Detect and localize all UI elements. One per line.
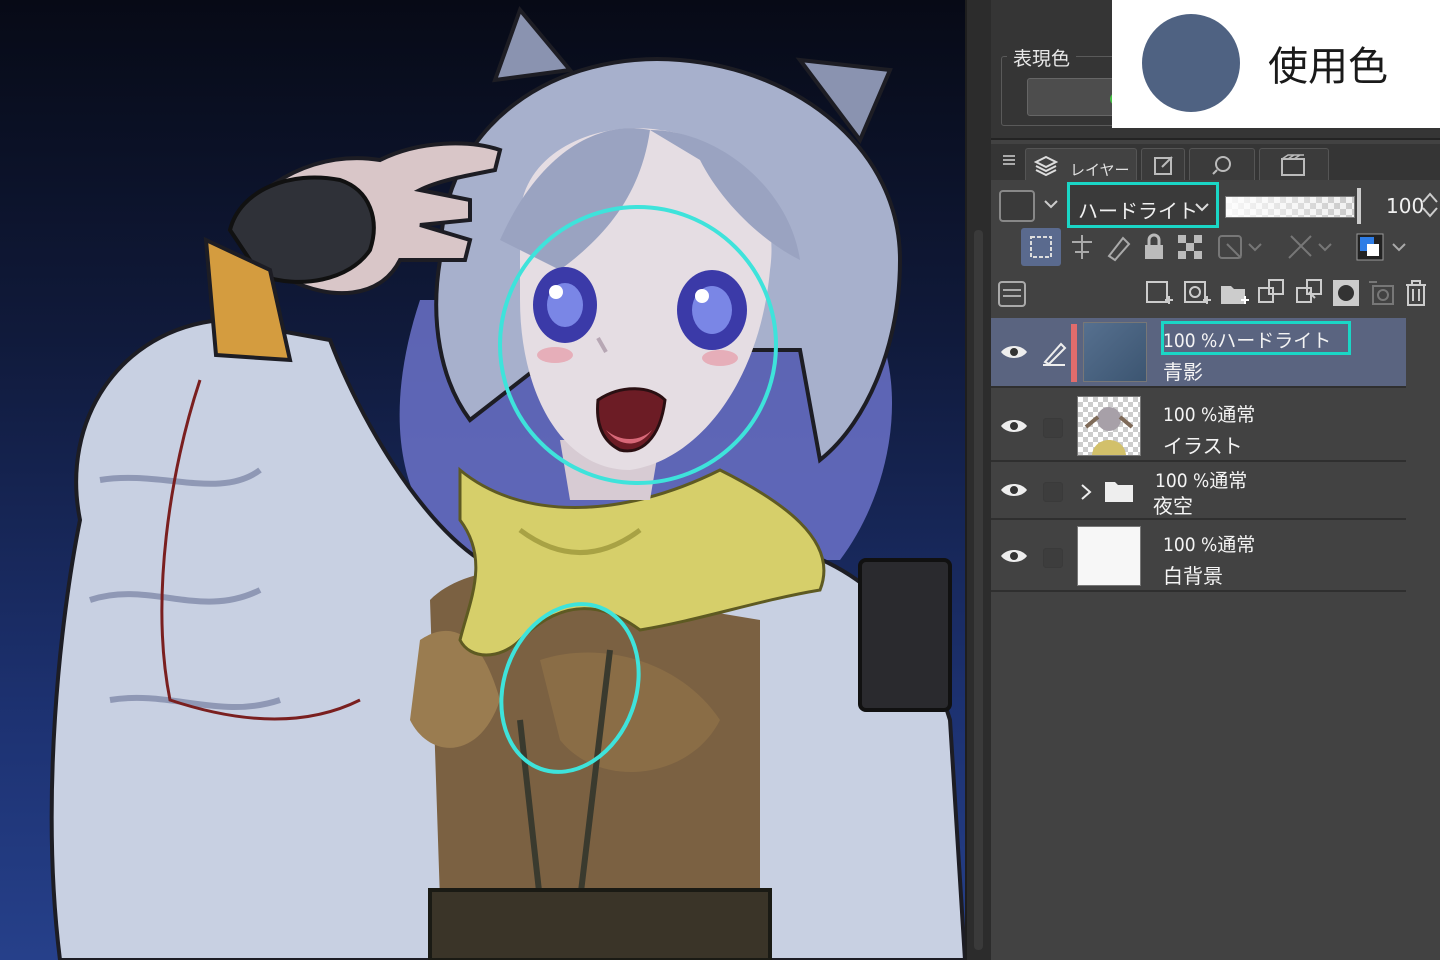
layer-thumbnail bbox=[1083, 322, 1147, 382]
lock-transparency-icon[interactable] bbox=[1175, 232, 1205, 262]
combine-layer-icon[interactable] bbox=[1295, 278, 1325, 308]
panel-tabbar: レイヤー bbox=[991, 144, 1440, 180]
layer-row-night-sky-folder[interactable]: 100 %通常 夜空 bbox=[991, 464, 1406, 520]
menu-icon[interactable] bbox=[1001, 152, 1017, 168]
layer-name[interactable]: 夜空 bbox=[1153, 490, 1193, 519]
chevron-down-icon[interactable] bbox=[1043, 198, 1059, 210]
draft-layer-icon[interactable] bbox=[1103, 232, 1133, 262]
layer-name[interactable]: 白背景 bbox=[1163, 560, 1223, 589]
opacity-value[interactable]: 100 bbox=[1386, 194, 1424, 218]
layer-color-box[interactable] bbox=[999, 190, 1035, 222]
character-illustration bbox=[49, 6, 965, 960]
edit-slot[interactable] bbox=[1043, 548, 1063, 568]
illustration-canvas[interactable] bbox=[0, 0, 965, 960]
layer-row-blue-shadow[interactable]: 100 %ハードライト 青影 bbox=[991, 318, 1406, 388]
layers-icon bbox=[1034, 155, 1058, 177]
stepper-icon[interactable] bbox=[1421, 190, 1439, 220]
reference-layer-icon[interactable] bbox=[1067, 232, 1097, 262]
panel-scrollbar[interactable] bbox=[967, 0, 991, 960]
tab-layer-label: レイヤー bbox=[1070, 161, 1130, 179]
tab-layer[interactable]: レイヤー bbox=[1025, 148, 1137, 180]
search-icon bbox=[1212, 156, 1231, 175]
layer-thumbnail bbox=[1077, 396, 1141, 456]
layer-color-icon[interactable] bbox=[1355, 232, 1413, 264]
apply-mask-icon[interactable] bbox=[1367, 278, 1397, 308]
transfer-layer-icon[interactable] bbox=[1257, 278, 1287, 308]
opacity-slider[interactable] bbox=[1225, 196, 1355, 218]
layer-mode: 100 %通常 bbox=[1163, 534, 1256, 556]
tab-layer-property[interactable] bbox=[1141, 148, 1185, 180]
layer-actions-toolbar bbox=[991, 272, 1440, 316]
slider-handle[interactable] bbox=[1355, 188, 1363, 224]
color-expression-label: 表現色 bbox=[1007, 44, 1077, 71]
blend-mode-dropdown[interactable]: ハードライト bbox=[1067, 182, 1219, 228]
layer-row-illustration[interactable]: 100 %通常 イラスト bbox=[991, 392, 1406, 462]
blend-row: ハードライト 100 bbox=[991, 180, 1440, 230]
trash-icon[interactable] bbox=[1403, 278, 1429, 308]
edit-slot[interactable] bbox=[1043, 418, 1063, 438]
new-raster-layer-icon[interactable] bbox=[1145, 278, 1175, 308]
panel-menu-icon[interactable] bbox=[997, 280, 1027, 308]
layer-color-tag bbox=[1071, 324, 1077, 382]
chevron-down-icon bbox=[1195, 203, 1209, 212]
layer-options-toolbar bbox=[991, 226, 1440, 270]
layer-thumbnail bbox=[1077, 526, 1141, 586]
layer-panel: 表現色 レイヤー ハードライト 100 100 %ハードライト 青影 100 %… bbox=[965, 0, 1440, 960]
layer-mask-icon[interactable] bbox=[1331, 278, 1361, 308]
tab-animation[interactable] bbox=[1259, 148, 1329, 180]
edit-square-icon bbox=[1154, 156, 1173, 175]
layer-mode: 100 %通常 bbox=[1155, 470, 1248, 492]
edit-slot[interactable] bbox=[1043, 482, 1063, 502]
scrollbar-thumb[interactable] bbox=[974, 230, 983, 950]
lock-icon[interactable] bbox=[1141, 232, 1167, 262]
layer-row-white-background[interactable]: 100 %通常 白背景 bbox=[991, 522, 1406, 592]
chevron-right-icon[interactable] bbox=[1079, 482, 1093, 502]
blend-mode-label: ハードライト bbox=[1078, 199, 1198, 223]
used-color-label: 使用色 bbox=[1268, 44, 1388, 90]
eye-icon[interactable] bbox=[999, 342, 1029, 362]
clip-layer-icon[interactable] bbox=[1021, 228, 1061, 266]
ruler-visibility-icon[interactable] bbox=[1287, 232, 1337, 262]
used-color-swatch bbox=[1142, 14, 1240, 112]
film-icon bbox=[1281, 154, 1305, 176]
tab-search[interactable] bbox=[1189, 148, 1255, 180]
eye-icon[interactable] bbox=[999, 480, 1029, 500]
folder-icon bbox=[1105, 482, 1133, 502]
new-folder-icon[interactable] bbox=[1219, 278, 1251, 308]
mode-highlight-box bbox=[1161, 321, 1351, 355]
used-color-card: 使用色 bbox=[1112, 0, 1440, 128]
layer-name[interactable]: 青影 bbox=[1163, 356, 1203, 385]
eye-icon[interactable] bbox=[999, 416, 1029, 436]
pencil-icon[interactable] bbox=[1041, 340, 1067, 366]
layer-name[interactable]: イラスト bbox=[1163, 430, 1243, 459]
eye-icon[interactable] bbox=[999, 546, 1029, 566]
mask-icon[interactable] bbox=[1217, 232, 1267, 262]
new-vector-layer-icon[interactable] bbox=[1183, 278, 1213, 308]
layer-mode: 100 %通常 bbox=[1163, 404, 1256, 426]
